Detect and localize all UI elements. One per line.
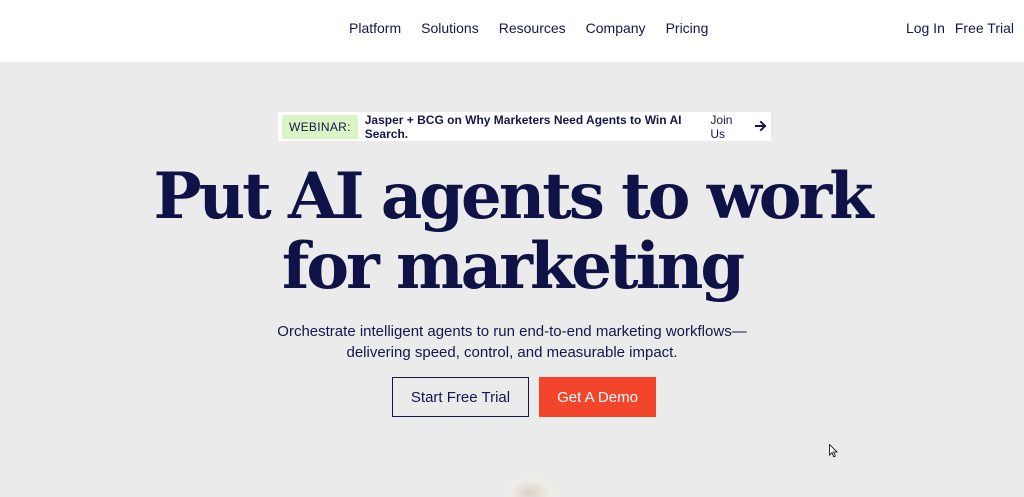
webinar-message: Jasper + BCG on Why Marketers Need Agent…	[364, 112, 682, 141]
auth-links: Log In Free Trial	[896, 19, 1014, 37]
main-nav: Platform Solutions Resources Company Pri…	[349, 19, 728, 37]
arrow-right-icon	[755, 119, 767, 135]
join-us-link[interactable]: Join Us	[710, 113, 748, 141]
webinar-banner[interactable]: WEBINAR: Jasper + BCG on Why Marketers N…	[278, 112, 771, 141]
login-link[interactable]: Log In	[906, 19, 945, 37]
mouse-cursor-icon	[829, 444, 838, 458]
nav-pricing[interactable]: Pricing	[666, 19, 709, 37]
hero-image-peek	[505, 477, 555, 497]
start-free-trial-button[interactable]: Start Free Trial	[392, 377, 529, 417]
hero-section: WEBINAR: Jasper + BCG on Why Marketers N…	[0, 62, 1024, 497]
nav-resources[interactable]: Resources	[499, 19, 566, 37]
hero-headline: Put AI agents to work for marketing	[0, 162, 1024, 302]
headline-line-1: Put AI agents to work	[153, 159, 873, 234]
top-navigation-bar: Platform Solutions Resources Company Pri…	[0, 0, 1024, 62]
nav-company[interactable]: Company	[586, 19, 646, 37]
free-trial-link[interactable]: Free Trial	[955, 19, 1014, 37]
get-a-demo-button[interactable]: Get A Demo	[539, 377, 656, 417]
nav-solutions[interactable]: Solutions	[421, 19, 479, 37]
webinar-tag: WEBINAR:	[282, 114, 358, 139]
nav-platform[interactable]: Platform	[349, 19, 401, 37]
subtitle-line-2: delivering speed, control, and measurabl…	[346, 344, 678, 361]
subtitle-line-1: Orchestrate intelligent agents to run en…	[277, 323, 747, 340]
headline-line-2: for marketing	[281, 229, 745, 304]
hero-subtitle: Orchestrate intelligent agents to run en…	[0, 321, 1024, 363]
